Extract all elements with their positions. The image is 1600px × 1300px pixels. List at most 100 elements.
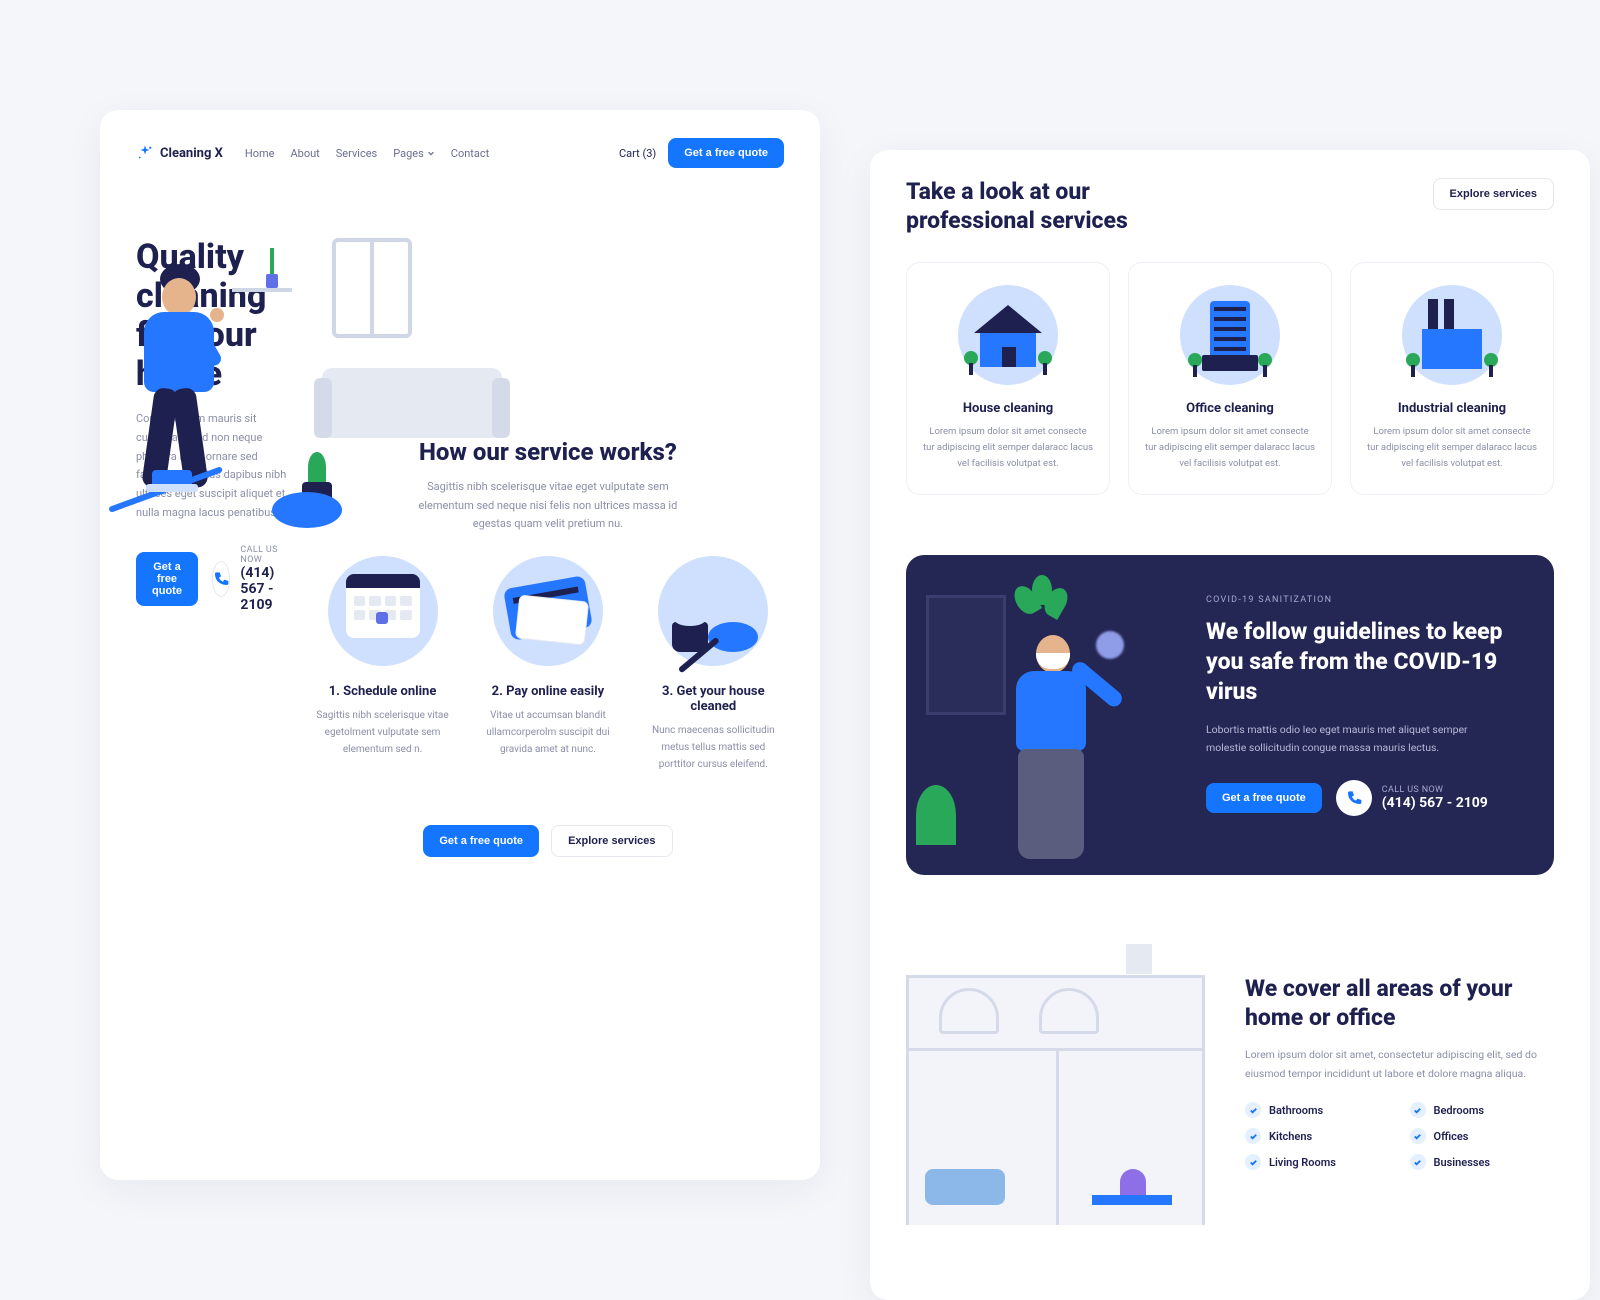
step-3-text: Nunc maecenas sollicitudin metus tellus … bbox=[643, 722, 784, 773]
phone-text: CALL US NOW (414) 567 - 2109 bbox=[1382, 785, 1488, 811]
areas-section: We cover all areas of your home or offic… bbox=[906, 945, 1554, 1225]
check-kitchens: Kitchens bbox=[1245, 1128, 1390, 1144]
hero-quote-button[interactable]: Get a free quote bbox=[136, 552, 198, 606]
service-house-text: Lorem ipsum dolor sit amet consecte tur … bbox=[923, 424, 1093, 472]
window-icon bbox=[332, 238, 412, 338]
areas-text: Lorem ipsum dolor sit amet, consectetur … bbox=[1245, 1046, 1554, 1084]
check-icon bbox=[1245, 1154, 1261, 1170]
nav-pages-label: Pages bbox=[393, 147, 424, 160]
service-card-office[interactable]: Office cleaning Lorem ipsum dolor sit am… bbox=[1128, 262, 1332, 495]
check-icon bbox=[1410, 1102, 1426, 1118]
phone-icon bbox=[212, 561, 230, 597]
house-icon bbox=[958, 285, 1058, 385]
covid-tag: COVID-19 SANITIZATION bbox=[1206, 595, 1510, 605]
check-icon bbox=[1245, 1128, 1261, 1144]
service-house-title: House cleaning bbox=[923, 401, 1093, 416]
areas-title: We cover all areas of your home or offic… bbox=[1245, 975, 1554, 1033]
check-bathrooms: Bathrooms bbox=[1245, 1102, 1390, 1118]
person-dusting-icon bbox=[966, 635, 1116, 865]
step-cleaned: 3. Get your house cleaned Nunc maecenas … bbox=[643, 556, 784, 795]
phone-icon bbox=[1336, 780, 1372, 816]
top-nav: Cleaning X Home About Services Pages Con… bbox=[136, 138, 784, 168]
brand-name: Cleaning X bbox=[160, 146, 223, 161]
office-building-icon bbox=[1180, 285, 1280, 385]
step-schedule: 1. Schedule online Sagittis nibh sceleri… bbox=[312, 556, 453, 795]
covid-cta-row: Get a free quote CALL US NOW (414) 567 -… bbox=[1206, 780, 1510, 816]
steps-row: 1. Schedule online Sagittis nibh sceleri… bbox=[312, 556, 784, 795]
call-us-label: CALL US NOW bbox=[1382, 785, 1488, 795]
chevron-down-icon bbox=[427, 149, 435, 157]
dormer-window-icon bbox=[1039, 988, 1099, 1034]
factory-icon bbox=[1402, 285, 1502, 385]
check-living-rooms: Living Rooms bbox=[1245, 1154, 1390, 1170]
step-1-text: Sagittis nibh scelerisque vitae egetolme… bbox=[312, 707, 453, 758]
chimney-icon bbox=[1126, 944, 1152, 974]
step-1-title: 1. Schedule online bbox=[312, 684, 453, 699]
brand-logo[interactable]: Cleaning X bbox=[136, 144, 223, 162]
phone-text: CALL US NOW (414) 567 - 2109 bbox=[240, 545, 291, 613]
person-vacuuming-icon bbox=[112, 278, 252, 508]
nav-quote-button[interactable]: Get a free quote bbox=[668, 138, 784, 168]
areas-copy: We cover all areas of your home or offic… bbox=[1245, 945, 1554, 1170]
service-industrial-title: Industrial cleaning bbox=[1367, 401, 1537, 416]
check-label: Offices bbox=[1434, 1130, 1469, 1143]
how-explore-button[interactable]: Explore services bbox=[551, 825, 672, 857]
how-cta-row: Get a free quote Explore services bbox=[312, 825, 784, 857]
check-offices: Offices bbox=[1410, 1128, 1555, 1144]
check-icon bbox=[1410, 1128, 1426, 1144]
check-icon bbox=[1410, 1154, 1426, 1170]
check-label: Bedrooms bbox=[1434, 1104, 1485, 1117]
step-2-text: Vitae ut accumsan blandit ullamcorperolm… bbox=[477, 707, 618, 758]
services-title: Take a look at our professional services bbox=[906, 178, 1206, 236]
nav-links: Home About Services Pages Contact bbox=[245, 147, 489, 160]
services-header: Take a look at our professional services… bbox=[906, 178, 1554, 236]
nav-right: Cart (3) Get a free quote bbox=[619, 138, 784, 168]
nav-about[interactable]: About bbox=[290, 147, 319, 160]
nav-services[interactable]: Services bbox=[336, 147, 377, 160]
covid-phone-box[interactable]: CALL US NOW (414) 567 - 2109 bbox=[1336, 780, 1488, 816]
dormer-window-icon bbox=[939, 988, 999, 1034]
check-label: Kitchens bbox=[1269, 1130, 1312, 1143]
hero-phone-box[interactable]: CALL US NOW (414) 567 - 2109 bbox=[212, 545, 292, 613]
covid-quote-button[interactable]: Get a free quote bbox=[1206, 783, 1322, 813]
check-label: Bathrooms bbox=[1269, 1104, 1323, 1117]
service-office-text: Lorem ipsum dolor sit amet consecte tur … bbox=[1145, 424, 1315, 472]
nav-left: Cleaning X Home About Services Pages Con… bbox=[136, 144, 489, 162]
service-card-house[interactable]: House cleaning Lorem ipsum dolor sit ame… bbox=[906, 262, 1110, 495]
landing-page-top: Cleaning X Home About Services Pages Con… bbox=[100, 110, 820, 1180]
areas-checklist: Bathrooms Bedrooms Kitchens Offices Livi… bbox=[1245, 1102, 1554, 1170]
hero-cta-row: Get a free quote CALL US NOW (414) 567 -… bbox=[136, 545, 292, 613]
call-us-label: CALL US NOW bbox=[240, 545, 291, 565]
service-card-industrial[interactable]: Industrial cleaning Lorem ipsum dolor si… bbox=[1350, 262, 1554, 495]
plant-icon bbox=[1016, 575, 1066, 635]
nav-pages[interactable]: Pages bbox=[393, 147, 435, 160]
nav-home[interactable]: Home bbox=[245, 147, 275, 160]
nav-contact[interactable]: Contact bbox=[451, 147, 489, 160]
covid-banner: COVID-19 SANITIZATION We follow guidelin… bbox=[906, 555, 1554, 875]
check-icon bbox=[1245, 1102, 1261, 1118]
couch-icon bbox=[322, 368, 502, 438]
cart-link[interactable]: Cart (3) bbox=[619, 147, 656, 160]
check-businesses: Businesses bbox=[1410, 1154, 1555, 1170]
how-title: How our service works? bbox=[312, 438, 784, 466]
vacuum-icon bbox=[272, 492, 342, 528]
hero-section: Quality cleaning for your home Condiment… bbox=[136, 238, 784, 857]
plant-icon bbox=[262, 248, 282, 288]
sparkle-icon bbox=[136, 144, 154, 162]
covid-illustration bbox=[906, 555, 1186, 875]
phone-number: (414) 567 - 2109 bbox=[240, 565, 291, 613]
step-2-title: 2. Pay online easily bbox=[477, 684, 618, 699]
check-bedrooms: Bedrooms bbox=[1410, 1102, 1555, 1118]
covid-title: We follow guidelines to keep you safe fr… bbox=[1206, 617, 1510, 707]
house-cutaway-illustration bbox=[906, 945, 1215, 1225]
credit-card-icon bbox=[493, 556, 603, 666]
check-label: Living Rooms bbox=[1269, 1156, 1336, 1169]
vacuum-bucket-icon bbox=[658, 556, 768, 666]
step-pay: 2. Pay online easily Vitae ut accumsan b… bbox=[477, 556, 618, 795]
calendar-icon bbox=[328, 556, 438, 666]
services-cards: House cleaning Lorem ipsum dolor sit ame… bbox=[906, 262, 1554, 495]
phone-number: (414) 567 - 2109 bbox=[1382, 795, 1488, 811]
how-quote-button[interactable]: Get a free quote bbox=[423, 825, 539, 857]
how-subtitle: Sagittis nibh scelerisque vitae eget vul… bbox=[408, 478, 688, 534]
explore-services-button[interactable]: Explore services bbox=[1433, 178, 1554, 210]
